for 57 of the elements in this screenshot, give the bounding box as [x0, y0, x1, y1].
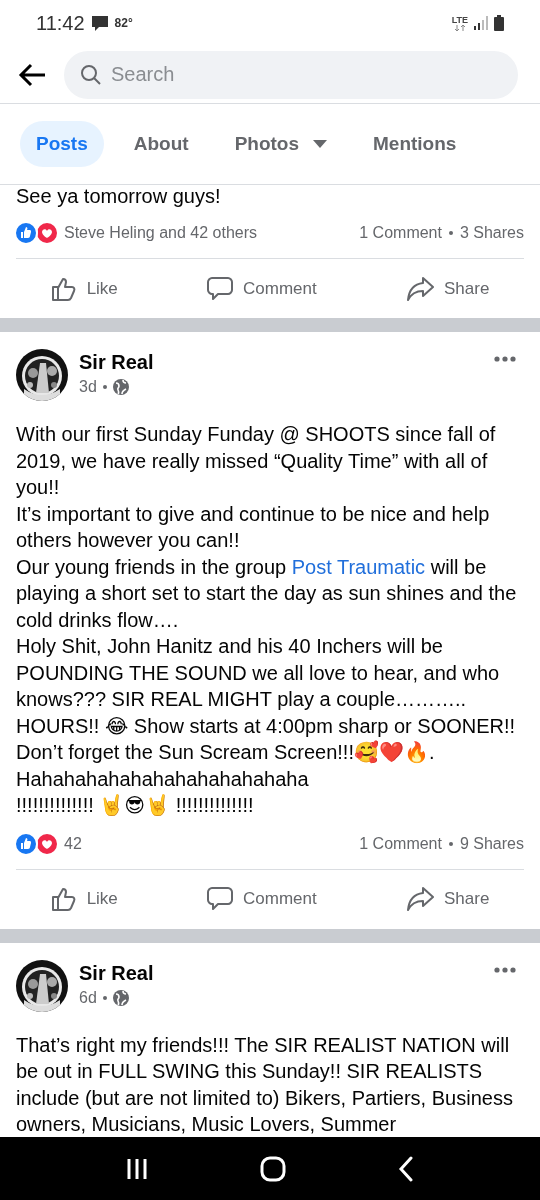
message-icon	[90, 14, 109, 32]
globe-icon	[112, 989, 129, 1006]
post-text: With our first Sunday Funday @ SHOOTS since fall of 2019, we have really missed “Quality Time” with all of you!!	[16, 422, 497, 500]
share-button[interactable]: Share	[396, 269, 500, 308]
home-icon[interactable]	[260, 1155, 286, 1182]
post-text: That’s right my friends!!! The SIR REALIST NATION will be out in FULL SWING this Sunday!! SIR REALISTS include (but are not limited to) Bikers, Partiers, Business owners, Musicians, Music Lovers, Summer	[16, 1032, 514, 1137]
post-text: It’s important to give and continue to be nice and help others however you can!!	[16, 501, 491, 553]
signal-icon	[474, 16, 488, 30]
thumbs-up-icon	[50, 275, 77, 302]
like-button[interactable]: Like	[40, 269, 128, 308]
speech-bubble-icon	[207, 886, 234, 912]
back-icon[interactable]	[398, 1155, 414, 1182]
tab[interactable]: Posts	[20, 121, 104, 167]
separator-dot	[448, 231, 453, 235]
separator-dot	[448, 841, 453, 846]
back-arrow-icon[interactable]	[18, 62, 46, 87]
share-button[interactable]: Share	[396, 880, 500, 918]
post-text: Hahahahahahahahahahahahaha	[16, 766, 310, 792]
more-icon[interactable]	[494, 356, 516, 362]
search-field[interactable]: Search	[64, 50, 518, 99]
tab[interactable]: Mentions	[357, 121, 473, 167]
author-name[interactable]: Sir Real	[79, 961, 483, 985]
separator-dot	[102, 995, 107, 1000]
comment-count[interactable]: 1 Comment	[359, 834, 442, 853]
author-name[interactable]: Sir Real	[79, 351, 483, 374]
group-link[interactable]: Post Traumatic	[291, 555, 426, 578]
comment-count[interactable]: 1 Comment	[359, 224, 442, 242]
post-time[interactable]: 6d	[79, 988, 97, 1007]
thumbs-up-icon	[50, 886, 77, 912]
like-button[interactable]: Like	[40, 880, 128, 918]
share-count[interactable]: 9 Shares	[459, 834, 524, 853]
network-indicator: LTE	[451, 15, 468, 31]
post-text: !!!!!!!!!!!!!! 🤘😎🤘 !!!!!!!!!!!!!!	[16, 793, 255, 818]
post-time[interactable]: 3d	[79, 378, 97, 396]
more-icon[interactable]	[494, 966, 516, 973]
post-text: Don’t forget the Sun Scream Screen!!!🥰❤🔥.	[16, 739, 436, 765]
battery-icon	[494, 15, 504, 31]
share-count[interactable]: 3 Shares	[459, 224, 524, 242]
recent-apps-icon[interactable]	[126, 1156, 148, 1181]
post-text: Our young friends in the group Post Traumatic will be playing a short set to start the day as sun shines and the cold drinks flow….	[16, 554, 518, 633]
post-text: Holy Shit, John Hanitz and his 40 Inchers will be POUNDING THE SOUND we all love to hear, and who knows??? SIR REAL MIGHT play a couple……….. HOURS!! 😂 Show starts at 4:00pm sharp or SOONER!!	[16, 634, 517, 739]
share-arrow-icon	[406, 275, 434, 302]
share-arrow-icon	[406, 886, 434, 912]
reaction-summary[interactable]: Steve Heling and 42 others	[64, 224, 257, 242]
post-text: See ya tomorrow guys!	[16, 185, 222, 208]
tab[interactable]: About	[117, 121, 205, 167]
reaction-icons	[15, 831, 59, 856]
temperature: 82°	[114, 16, 133, 30]
reaction-summary[interactable]: 42	[64, 834, 82, 853]
tab[interactable]: Photos	[218, 121, 343, 167]
speech-bubble-icon	[207, 275, 234, 302]
clock-time: 11:42	[36, 11, 85, 35]
comment-button[interactable]: Comment	[197, 880, 327, 918]
comment-button[interactable]: Comment	[197, 269, 327, 308]
globe-icon	[112, 379, 129, 395]
separator-dot	[102, 385, 107, 389]
reaction-icons	[15, 221, 59, 245]
